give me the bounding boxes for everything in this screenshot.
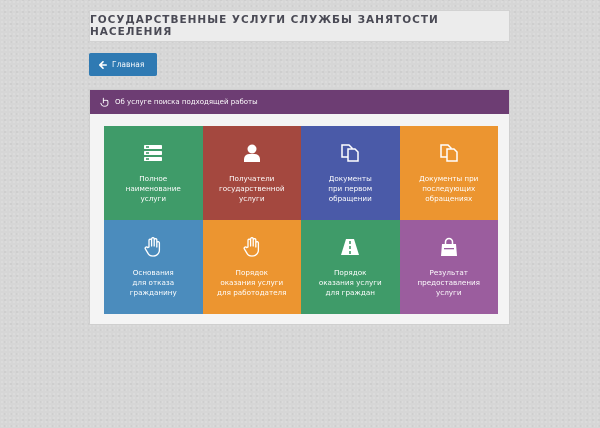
tile-docs-first[interactable]: Документы при первом обращении: [301, 126, 400, 220]
road-icon: [340, 236, 360, 258]
tile-refusal-grounds[interactable]: Основания для отказа гражданину: [104, 220, 203, 314]
tile-result[interactable]: Результат предоставления услуги: [399, 220, 498, 314]
bag-icon: [440, 236, 458, 258]
tile-procedure-citizens[interactable]: Порядок оказания услуги для граждан: [301, 220, 400, 314]
user-icon: [243, 142, 261, 164]
tile-label: Полное наименование услуги: [125, 174, 181, 203]
tile-label: Получатели государственной услуги: [218, 174, 285, 203]
tile-label: Документы при последующих обращениях: [419, 174, 479, 203]
panel-header: Об услуге поиска подходящей работы: [90, 90, 509, 114]
home-button-label: Главная: [112, 60, 145, 69]
hand-icon: [243, 236, 261, 258]
home-button[interactable]: Главная: [89, 53, 157, 76]
service-panel: Об услуге поиска подходящей работы Полно…: [89, 89, 510, 325]
tile-docs-subsequent[interactable]: Документы при последующих обращениях: [399, 126, 498, 220]
tile-label: Порядок оказания услуги для работодателя: [217, 268, 287, 297]
hand-icon: [144, 236, 162, 258]
arrow-left-icon: [99, 60, 107, 69]
list-icon: [143, 142, 163, 164]
page-title: ГОСУДАРСТВЕННЫЕ УСЛУГИ СЛУЖБЫ ЗАНЯТОСТИ …: [90, 14, 439, 38]
tile-label: Основания для отказа гражданину: [129, 268, 177, 297]
page-header: ГОСУДАРСТВЕННЫЕ УСЛУГИ СЛУЖБЫ ЗАНЯТОСТИ …: [89, 10, 510, 42]
tile-full-name[interactable]: Полное наименование услуги: [104, 126, 203, 220]
pointer-hand-icon: [100, 97, 109, 107]
tile-label: Документы при первом обращении: [328, 174, 373, 203]
tile-procedure-employer[interactable]: Порядок оказания услуги для работодателя: [202, 220, 301, 314]
tile-label: Порядок оказания услуги для граждан: [318, 268, 382, 297]
panel-title: Об услуге поиска подходящей работы: [115, 98, 258, 106]
tile-grid: Полное наименование услуги Получатели го…: [104, 126, 498, 314]
documents-icon: [340, 142, 360, 164]
tile-recipients[interactable]: Получатели государственной услуги: [202, 126, 301, 220]
documents-icon: [439, 142, 459, 164]
tile-label: Результат предоставления услуги: [417, 268, 481, 297]
